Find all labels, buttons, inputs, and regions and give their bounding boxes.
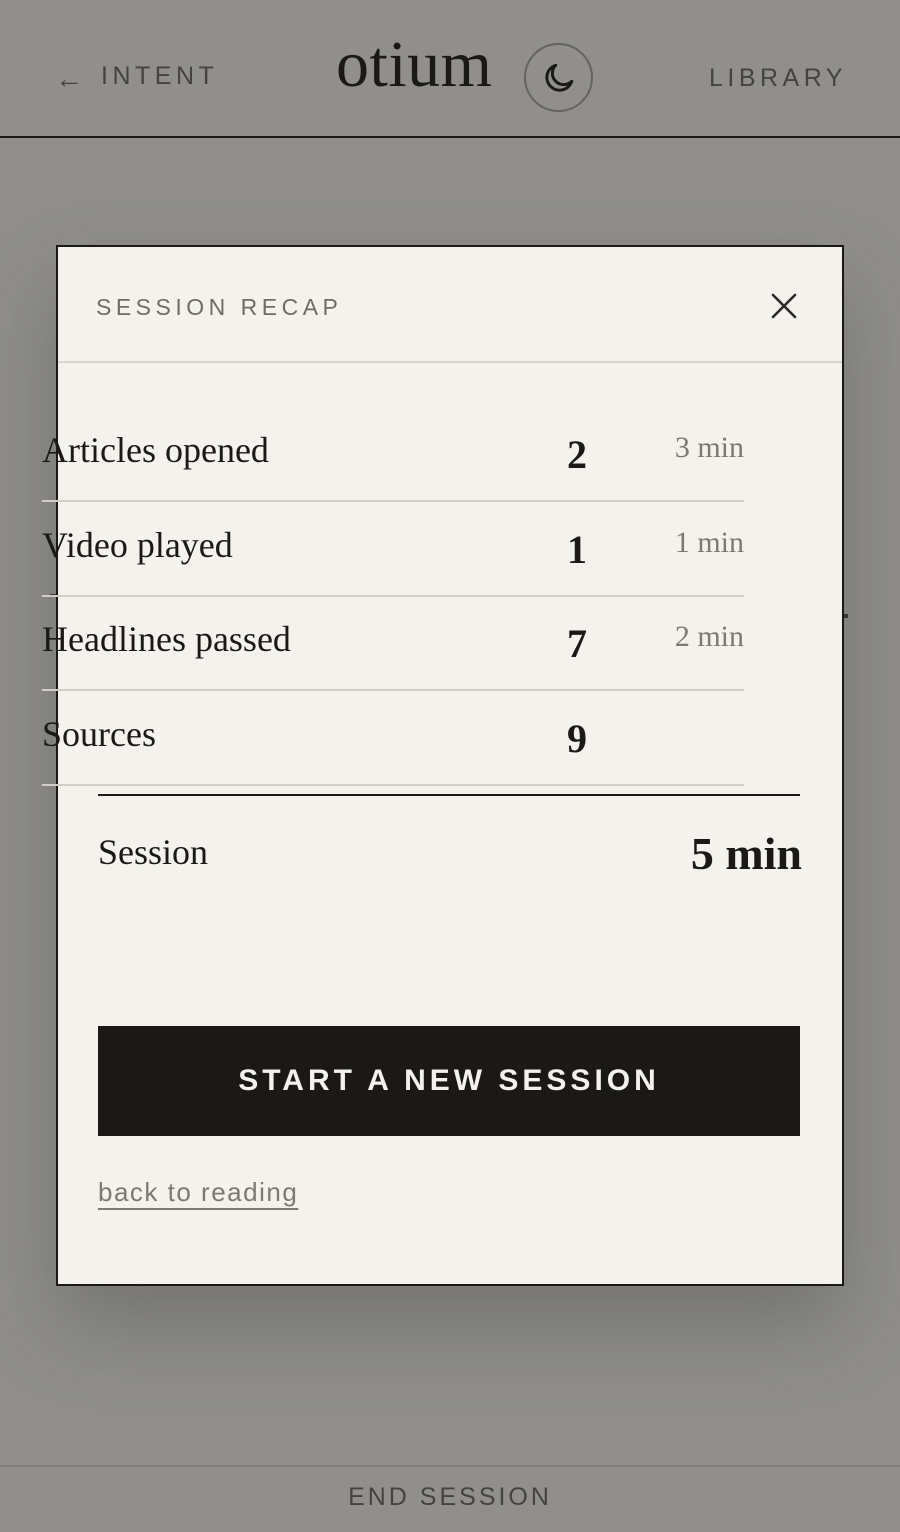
library-link[interactable]: LIBRARY xyxy=(709,64,847,93)
stat-time: 2 min xyxy=(674,620,744,653)
stat-count: 1 xyxy=(567,527,587,572)
stat-count: 7 xyxy=(567,621,587,666)
stat-row-articles: Articles opened 2 3 min xyxy=(42,407,744,502)
start-new-session-button[interactable]: START A NEW SESSION xyxy=(98,1026,800,1136)
brand-logo: otium xyxy=(336,28,493,101)
moon-icon xyxy=(544,63,573,92)
app-root: ← INTENT otium LIBRARY SESSION RECAP Art… xyxy=(0,0,900,1532)
bottom-bar: END SESSION xyxy=(0,1465,900,1532)
stat-row-video: Video played 1 1 min xyxy=(42,502,744,597)
stat-count: 2 xyxy=(567,432,587,477)
stat-time: 1 min xyxy=(674,526,744,559)
stat-label: Headlines passed xyxy=(42,619,291,659)
stat-row-headlines: Headlines passed 7 2 min xyxy=(42,596,744,691)
arrow-left-icon: ← xyxy=(55,62,83,94)
close-button[interactable] xyxy=(768,290,800,322)
theme-toggle-button[interactable] xyxy=(524,43,593,112)
dialog-title: SESSION RECAP xyxy=(96,294,343,320)
dialog-header: SESSION RECAP xyxy=(58,247,842,363)
stat-count: 9 xyxy=(567,716,587,761)
back-to-reading-link[interactable]: back to reading xyxy=(98,1177,298,1208)
close-icon xyxy=(771,293,797,319)
stat-label: Sources xyxy=(42,714,156,754)
stat-row-sources: Sources 9 xyxy=(42,691,744,786)
back-to-intent-link[interactable]: ← INTENT xyxy=(55,62,219,94)
background-mark xyxy=(844,614,848,618)
stat-time: 3 min xyxy=(674,431,744,464)
end-session-button[interactable]: END SESSION xyxy=(348,1483,552,1512)
back-label: INTENT xyxy=(101,62,219,90)
top-bar: ← INTENT otium LIBRARY xyxy=(0,0,900,138)
stat-label: Video played xyxy=(42,525,233,565)
stat-label: Articles opened xyxy=(42,430,269,470)
